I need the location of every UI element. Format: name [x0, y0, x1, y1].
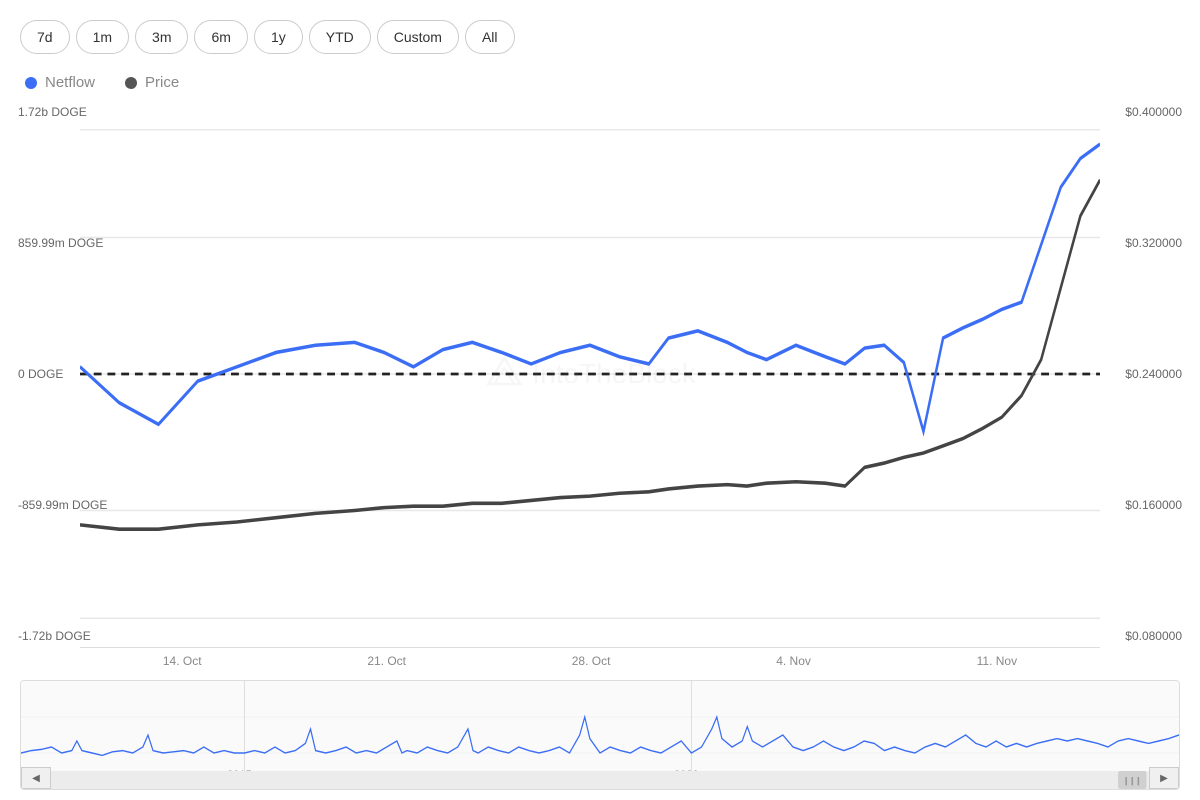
- x-label-2: 21. Oct: [367, 654, 406, 668]
- btn-3m[interactable]: 3m: [135, 20, 188, 54]
- x-label-4: 4. Nov: [776, 654, 811, 668]
- price-dot: [125, 77, 137, 89]
- netflow-dot: [25, 77, 37, 89]
- scroll-right-button[interactable]: ▶: [1149, 767, 1179, 789]
- mini-chart[interactable]: 2015 2020 ◀ ▶: [20, 680, 1180, 790]
- btn-ytd[interactable]: YTD: [309, 20, 371, 54]
- main-container: 7d 1m 3m 6m 1y YTD Custom All Netflow Pr…: [0, 0, 1200, 800]
- chart-wrapper: IntoTheBlock 1.72b DOGE 859.99m DOGE 0 D…: [20, 101, 1180, 790]
- y-label-r3: $0.240000: [1125, 367, 1182, 381]
- y-label-5: -1.72b DOGE: [18, 629, 107, 643]
- btn-7d[interactable]: 7d: [20, 20, 70, 54]
- netflow-label: Netflow: [45, 74, 95, 91]
- y-label-2: 859.99m DOGE: [18, 236, 107, 250]
- y-axis-left: 1.72b DOGE 859.99m DOGE 0 DOGE -859.99m …: [18, 101, 107, 647]
- y-label-r1: $0.400000: [1125, 105, 1182, 119]
- x-label-5: 11. Nov: [977, 654, 1017, 668]
- btn-6m[interactable]: 6m: [194, 20, 247, 54]
- time-range-buttons: 7d 1m 3m 6m 1y YTD Custom All: [20, 20, 1180, 54]
- x-label-3: 28. Oct: [572, 654, 611, 668]
- btn-all[interactable]: All: [465, 20, 515, 54]
- x-label-1: 14. Oct: [163, 654, 202, 668]
- y-label-4: -859.99m DOGE: [18, 498, 107, 512]
- btn-custom[interactable]: Custom: [377, 20, 459, 54]
- chart-svg: [80, 101, 1100, 647]
- scroll-left-button[interactable]: ◀: [21, 767, 51, 789]
- legend-price: Price: [125, 74, 179, 91]
- y-label-3: 0 DOGE: [18, 367, 107, 381]
- y-label-1: 1.72b DOGE: [18, 105, 107, 119]
- y-axis-right: $0.400000 $0.320000 $0.240000 $0.160000 …: [1125, 101, 1182, 647]
- y-label-r2: $0.320000: [1125, 236, 1182, 250]
- btn-1y[interactable]: 1y: [254, 20, 303, 54]
- price-label: Price: [145, 74, 179, 91]
- mini-chart-svg: 2015 2020: [21, 681, 1179, 789]
- btn-1m[interactable]: 1m: [76, 20, 129, 54]
- x-axis: 14. Oct 21. Oct 28. Oct 4. Nov 11. Nov: [20, 648, 1180, 672]
- chart-legend: Netflow Price: [20, 74, 1180, 91]
- legend-netflow: Netflow: [25, 74, 95, 91]
- y-label-r5: $0.080000: [1125, 629, 1182, 643]
- y-label-r4: $0.160000: [1125, 498, 1182, 512]
- main-chart: IntoTheBlock 1.72b DOGE 859.99m DOGE 0 D…: [80, 101, 1100, 648]
